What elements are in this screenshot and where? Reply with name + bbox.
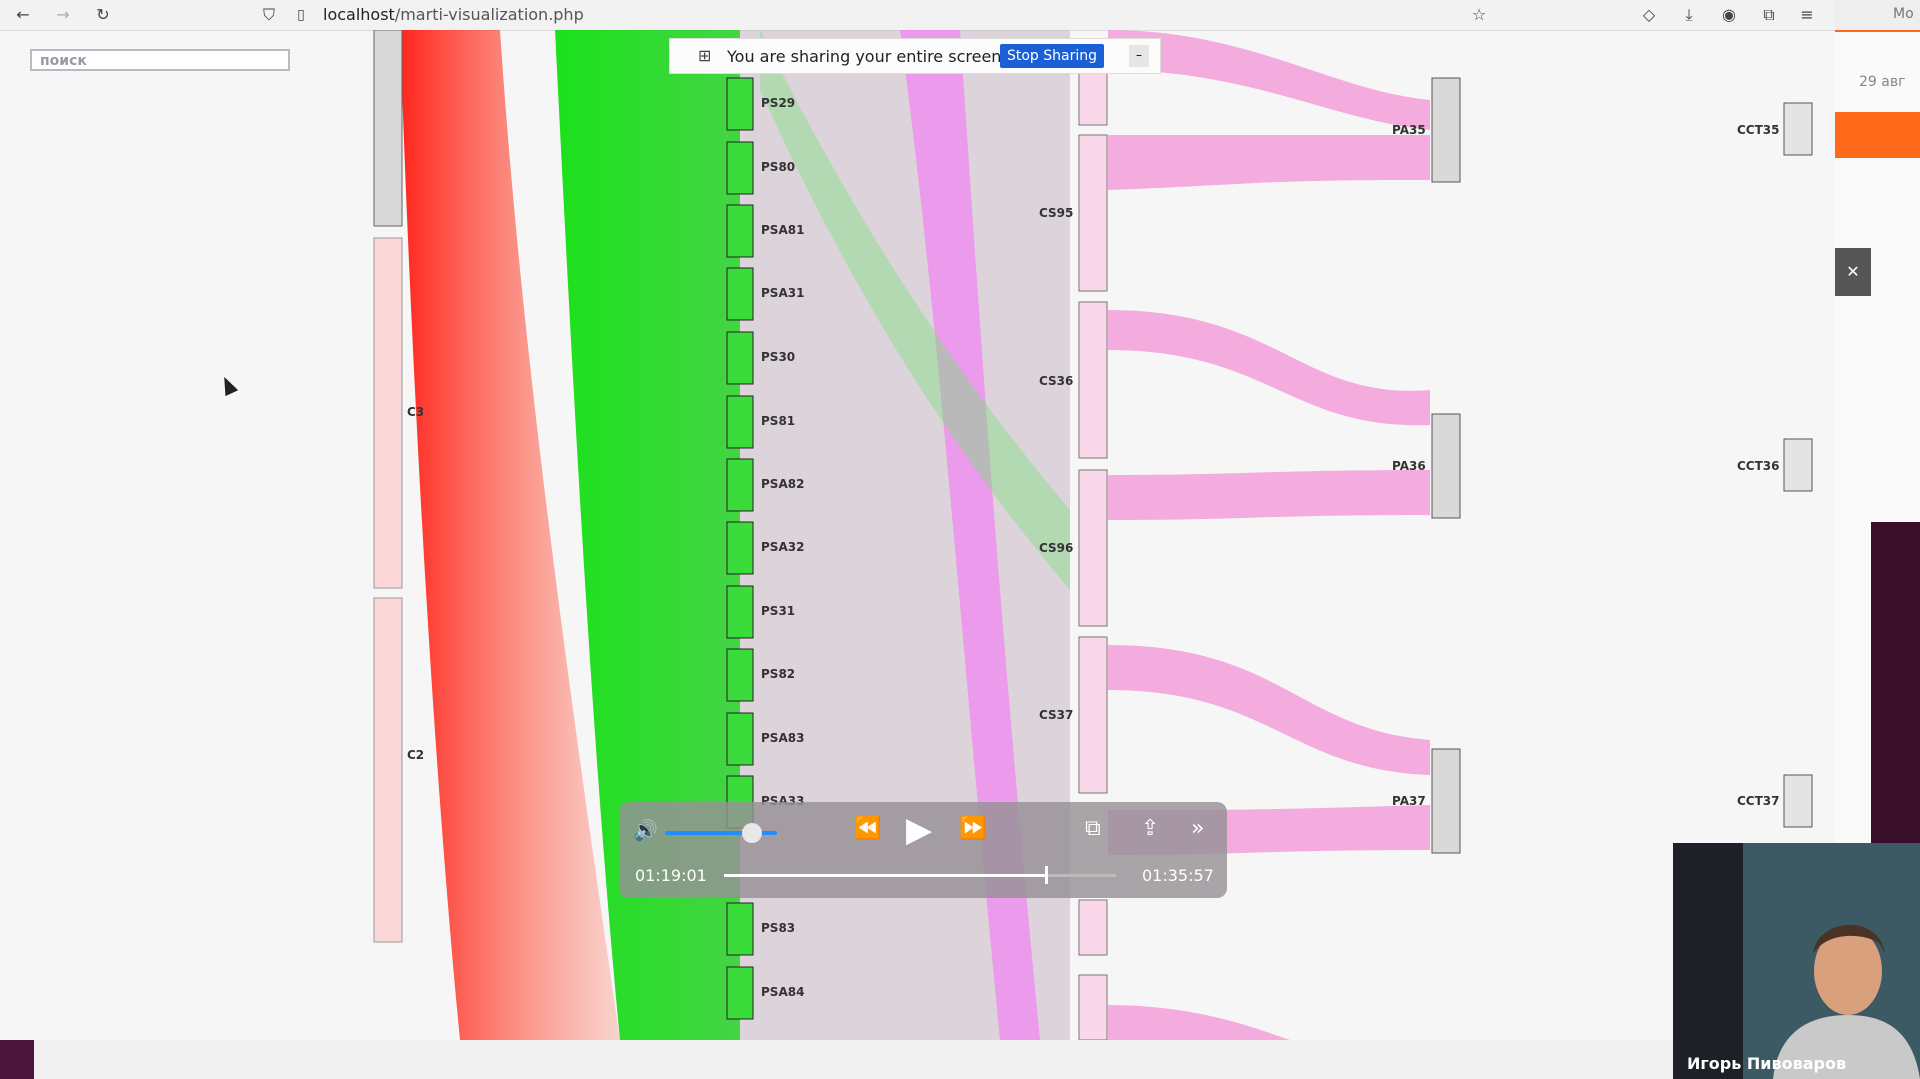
node-label-ps31: PS31 xyxy=(761,604,796,618)
picture-in-picture-icon[interactable]: ⧉ xyxy=(1085,816,1101,841)
flow-pink-1 xyxy=(1108,135,1430,190)
screen-share-bar: ⊞ You are sharing your entire screen. St… xyxy=(669,38,1161,74)
node-label-ps83: PS83 xyxy=(761,921,796,935)
fast-forward-icon[interactable]: ⏩ xyxy=(959,816,986,841)
node-label-psa84: PSA84 xyxy=(761,985,805,999)
forward-icon[interactable]: → xyxy=(52,4,74,26)
taskbar xyxy=(0,1040,1920,1079)
page-icon: ▯ xyxy=(297,7,305,23)
volume-icon[interactable]: 🔊 xyxy=(633,818,658,842)
node-label-cct36: CCT36 xyxy=(1737,459,1780,473)
current-time: 01:19:01 xyxy=(635,866,707,885)
url-bar[interactable]: localhost/marti-visualization.php xyxy=(323,5,584,24)
node-label-ps81: PS81 xyxy=(761,414,796,428)
volume-thumb[interactable] xyxy=(742,823,763,843)
node-label-cs96: CS96 xyxy=(1039,541,1074,555)
webcam-overlay: Игорь Пивоваров xyxy=(1673,843,1920,1079)
seek-bar[interactable] xyxy=(724,866,1116,884)
browser-toolbar: ← → ↻ ⛉ ▯ localhost/marti-visualization.… xyxy=(0,0,1835,31)
node-label-psa81: PSA81 xyxy=(761,223,805,237)
shield-icon[interactable]: ⛉ xyxy=(258,4,280,26)
node-label-cct35: CCT35 xyxy=(1737,123,1780,137)
node-label-cs36: CS36 xyxy=(1039,374,1074,388)
side-app-panel: Мо 29 авг ✕ xyxy=(1835,0,1920,843)
node-label-psa82: PSA82 xyxy=(761,477,805,491)
download-icon[interactable]: ⤓ xyxy=(1678,4,1700,26)
webcam-person-image xyxy=(1673,843,1920,1079)
total-time: 01:35:57 xyxy=(1142,866,1214,885)
flow-pink-7 xyxy=(1108,1005,1290,1040)
browser-window: ← → ↻ ⛉ ▯ localhost/marti-visualization.… xyxy=(0,0,1835,1040)
node-c3 xyxy=(373,237,403,589)
col4-nodes xyxy=(1431,77,1461,854)
node-label-ps80: PS80 xyxy=(761,160,796,174)
node-label-pa36: PA36 xyxy=(1392,459,1426,473)
node-label-ps30: PS30 xyxy=(761,350,796,364)
node-label-cct37: CCT37 xyxy=(1737,794,1780,808)
node-label-pa37: PA37 xyxy=(1392,794,1426,808)
node-label-c3: C3 xyxy=(407,405,425,419)
dock-icon[interactable] xyxy=(0,1040,34,1079)
side-close-icon[interactable]: ✕ xyxy=(1835,248,1871,296)
menu-icon[interactable]: ≡ xyxy=(1796,4,1818,26)
side-dark-area xyxy=(1871,522,1920,843)
reload-icon[interactable]: ↻ xyxy=(92,4,114,26)
node-label-c2: C2 xyxy=(407,748,425,762)
node-label-cs95: CS95 xyxy=(1039,206,1074,220)
side-tab-label: Мо xyxy=(1893,6,1914,22)
pocket-icon[interactable]: ◇ xyxy=(1638,4,1660,26)
node-top xyxy=(373,30,403,227)
node-label-cs37: CS37 xyxy=(1039,708,1074,722)
node-label-psa83: PSA83 xyxy=(761,731,805,745)
bookmark-star-icon[interactable]: ☆ xyxy=(1468,4,1490,26)
extensions-icon[interactable]: ⧉ xyxy=(1758,4,1780,26)
play-icon[interactable]: ▶ xyxy=(906,810,932,850)
node-c2 xyxy=(373,597,403,943)
back-icon[interactable]: ← xyxy=(12,4,34,26)
node-label-ps82: PS82 xyxy=(761,667,796,681)
share-screen-icon: ⊞ xyxy=(698,46,712,65)
rewind-icon[interactable]: ⏪ xyxy=(854,816,881,841)
side-tab[interactable]: Мо xyxy=(1835,0,1920,32)
flow-pink-5 xyxy=(1108,645,1430,775)
node-label-ps29: PS29 xyxy=(761,96,796,110)
col5-nodes xyxy=(1783,102,1813,828)
node-label-psa31: PSA31 xyxy=(761,286,805,300)
share-icon[interactable]: ⇪ xyxy=(1141,816,1159,841)
flow-pink-4 xyxy=(1108,470,1430,520)
node-label-psa32: PSA32 xyxy=(761,540,805,554)
flow-pink-3 xyxy=(1108,310,1430,426)
seek-thumb[interactable] xyxy=(1045,866,1049,884)
webcam-name: Игорь Пивоваров xyxy=(1687,1054,1847,1073)
seek-progress xyxy=(724,874,1046,877)
media-player-controls: 🔊 ⏪ ▶ ⏩ ⧉ ⇪ » 01:19:01 01:35:57 xyxy=(619,802,1227,898)
side-orange-bar xyxy=(1835,112,1920,158)
node-label-pa35: PA35 xyxy=(1392,123,1426,137)
share-status-text: You are sharing your entire screen. xyxy=(727,47,1007,66)
more-icon[interactable]: » xyxy=(1191,816,1204,841)
account-icon[interactable]: ◉ xyxy=(1718,4,1740,26)
minimize-icon[interactable]: – xyxy=(1129,45,1149,67)
stop-sharing-button[interactable]: Stop Sharing xyxy=(1000,44,1104,68)
side-date: 29 авг xyxy=(1859,74,1906,90)
